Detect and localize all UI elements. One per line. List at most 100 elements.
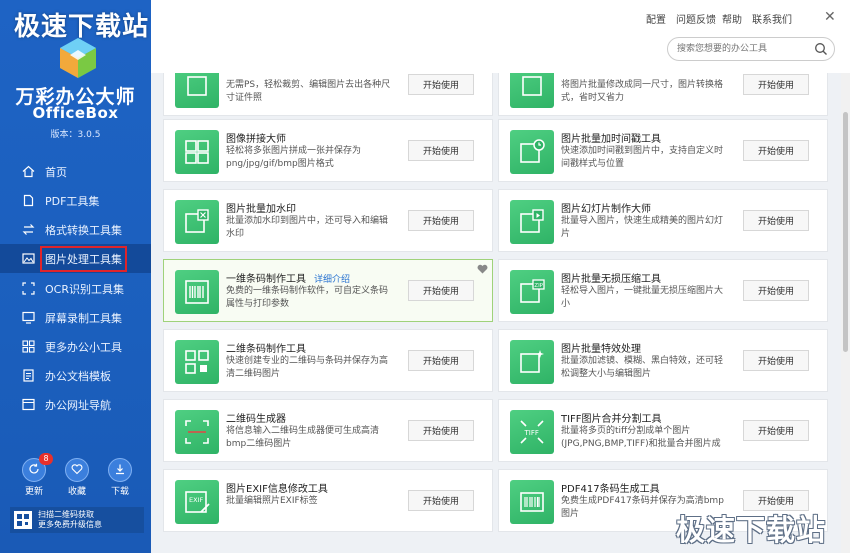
ocr-icon [22, 282, 35, 295]
tool-card[interactable]: 二维码生成器 将信息输入二维码生成器便可生成高清bmp二维码图片 开始使用 [163, 399, 493, 462]
effects-icon [510, 340, 554, 384]
open-button[interactable]: 开始使用 [743, 280, 809, 301]
tool-card[interactable]: TIFF TIFF图片合并分割工具 批量将多页的tiff分割成单个图片(JPG,… [498, 399, 828, 462]
open-button[interactable]: 开始使用 [408, 74, 474, 95]
tool-card[interactable]: 图片批量加水印 批量添加水印到图片中，还可导入和编辑水印 开始使用 [163, 189, 493, 252]
monitor-icon [22, 311, 35, 324]
pdf417-icon [510, 480, 554, 524]
browser-icon [22, 398, 35, 411]
tool-card[interactable]: 二维条码制作工具 快速创建专业的二维码与条码并保存为高清二维码图片 开始使用 [163, 329, 493, 392]
open-button[interactable]: 开始使用 [408, 140, 474, 161]
nav-office-templates[interactable]: 办公文档模板 [0, 361, 151, 390]
scan-line-2: 更多免费升级信息 [38, 520, 102, 529]
tool-card[interactable]: 将图片批量修改成同一尺寸，图片转换格式，省时又省力 开始使用 [498, 73, 828, 116]
favorite-button[interactable] [65, 458, 89, 482]
pdf-icon [22, 194, 35, 207]
open-button[interactable]: 开始使用 [743, 140, 809, 161]
tool-card[interactable]: 无需PS，轻松裁剪、编辑图片去出各种尺寸证件照 开始使用 [163, 73, 493, 116]
image-icon [22, 252, 35, 265]
nav-format-convert[interactable]: 格式转换工具集 [0, 215, 151, 244]
download-icon [114, 463, 126, 478]
app-logo-icon [60, 38, 96, 78]
tool-desc: 批量导入图片，快速生成精美的图片幻灯片 [561, 216, 724, 239]
nav-label: 屏幕录制工具集 [45, 311, 122, 325]
feedback-link[interactable]: 问题反馈 [676, 11, 716, 26]
tool-card[interactable]: EXIF 图片EXIF信息修改工具 批量编辑照片EXIF标签 开始使用 [163, 469, 493, 532]
nav-label: 格式转换工具集 [45, 223, 122, 237]
tool-desc: 批量添加水印到图片中，还可导入和编辑水印 [226, 216, 389, 239]
open-button[interactable]: 开始使用 [408, 490, 474, 511]
search-input[interactable] [677, 38, 807, 60]
tool-desc: 快速创建专业的二维码与条码并保存为高清二维码图片 [226, 356, 389, 379]
tool-desc: 将图片批量修改成同一尺寸，图片转换格式，省时又省力 [561, 80, 724, 103]
tool-title: 图片批量无损压缩工具 [561, 274, 661, 285]
nav-more-tools[interactable]: 更多办公小工具 [0, 332, 151, 361]
detail-link[interactable]: 详细介绍 [314, 275, 350, 285]
nav-label: OCR识别工具集 [45, 282, 124, 296]
nav-label: PDF工具集 [45, 194, 100, 208]
scan-qr-banner[interactable]: 扫描二维码获取 更多免费升级信息 [10, 507, 144, 533]
open-button[interactable]: 开始使用 [743, 420, 809, 441]
open-button[interactable]: 开始使用 [408, 350, 474, 371]
tool-card[interactable]: 图片批量特效处理 批量添加滤镜、模糊、黑白特效，还可轻松调整大小与编辑图片 开始… [498, 329, 828, 392]
search-box[interactable] [667, 37, 835, 61]
nav-ocr-tools[interactable]: OCR识别工具集 [0, 274, 151, 303]
heart-icon [71, 463, 83, 478]
nav-screen-record[interactable]: 屏幕录制工具集 [0, 303, 151, 332]
tool-card-highlighted[interactable]: 一维条码制作工具 详细介绍 免费的一维条码制作软件，可自定义条码属性与打印参数 开… [163, 259, 493, 322]
nav-home[interactable]: 首页 [0, 157, 151, 186]
search-icon[interactable] [814, 42, 828, 59]
settings-link[interactable]: 配置 [646, 11, 666, 26]
qr-generator-icon [175, 410, 219, 454]
qrcode-icon [175, 340, 219, 384]
nav-label: 首页 [45, 165, 67, 179]
exif-icon: EXIF [175, 480, 219, 524]
nav-label: 图片处理工具集 [40, 245, 127, 272]
download-button[interactable] [108, 458, 132, 482]
convert-icon [22, 223, 35, 236]
tool-title-text: 一维条码制作工具 [226, 274, 306, 285]
contact-link[interactable]: 联系我们 [752, 11, 792, 26]
update-badge: 8 [39, 453, 53, 465]
tool-card[interactable]: 图片幻灯片制作大师 批量导入图片，快速生成精美的图片幻灯片 开始使用 [498, 189, 828, 252]
tool-title: 图片批量加时间戳工具 [561, 134, 661, 145]
tool-card[interactable]: 图片批量加时间戳工具 快速添加时间戳到图片中，支持自定义时间戳样式与位置 开始使… [498, 119, 828, 182]
tool-title: 图片批量加水印 [226, 204, 296, 215]
nav-label: 更多办公小工具 [45, 340, 122, 354]
open-button[interactable]: 开始使用 [408, 280, 474, 301]
open-button[interactable]: 开始使用 [408, 210, 474, 231]
update-label: 更新 [24, 487, 43, 497]
tool-desc: 无需PS，轻松裁剪、编辑图片去出各种尺寸证件照 [226, 80, 391, 103]
open-button[interactable]: 开始使用 [743, 210, 809, 231]
tool-card[interactable]: 图像拼接大师 轻松将多张图片拼成一张并保存为png/jpg/gif/bmp图片格… [163, 119, 493, 182]
favorite-heart-icon[interactable] [477, 263, 488, 277]
svg-text:TIFF: TIFF [524, 429, 539, 437]
document-icon [22, 369, 35, 382]
open-button[interactable]: 开始使用 [743, 74, 809, 95]
tool-title: 图片批量特效处理 [561, 344, 641, 355]
download-label: 下载 [110, 487, 129, 497]
open-button[interactable]: 开始使用 [408, 420, 474, 441]
tool-desc: 批量编辑照片EXIF标签 [226, 496, 318, 506]
favorite-label: 收藏 [67, 487, 86, 497]
watermark-bottom-right: 极速下载站 [676, 513, 827, 547]
resize-icon [510, 73, 554, 108]
tool-title: 图像拼接大师 [226, 134, 286, 145]
tool-title: 图片EXIF信息修改工具 [226, 484, 328, 495]
nav-office-links[interactable]: 办公网址导航 [0, 390, 151, 419]
app-version: 版本：3.0.5 [50, 130, 101, 140]
tool-desc: 批量添加滤镜、模糊、黑白特效，还可轻松调整大小与编辑图片 [561, 356, 724, 379]
tool-title: 二维码生成器 [226, 414, 286, 425]
open-button[interactable]: 开始使用 [743, 350, 809, 371]
tool-card[interactable]: ZIP 图片批量无损压缩工具 轻松导入图片，一键批量无损压缩图片大小 开始使用 [498, 259, 828, 322]
image-stitch-icon [175, 130, 219, 174]
scrollbar-thumb[interactable] [843, 112, 848, 352]
qr-code-icon [14, 511, 32, 529]
tool-desc: 快速添加时间戳到图片中，支持自定义时间戳样式与位置 [561, 146, 724, 169]
close-icon[interactable]: ✕ [824, 9, 836, 25]
nav-image-tools[interactable]: 图片处理工具集 [0, 244, 151, 273]
help-link[interactable]: 帮助 [722, 11, 742, 26]
compress-icon: ZIP [510, 270, 554, 314]
nav-pdf-tools[interactable]: PDF工具集 [0, 186, 151, 215]
scan-line-1: 扫描二维码获取 [38, 510, 94, 519]
